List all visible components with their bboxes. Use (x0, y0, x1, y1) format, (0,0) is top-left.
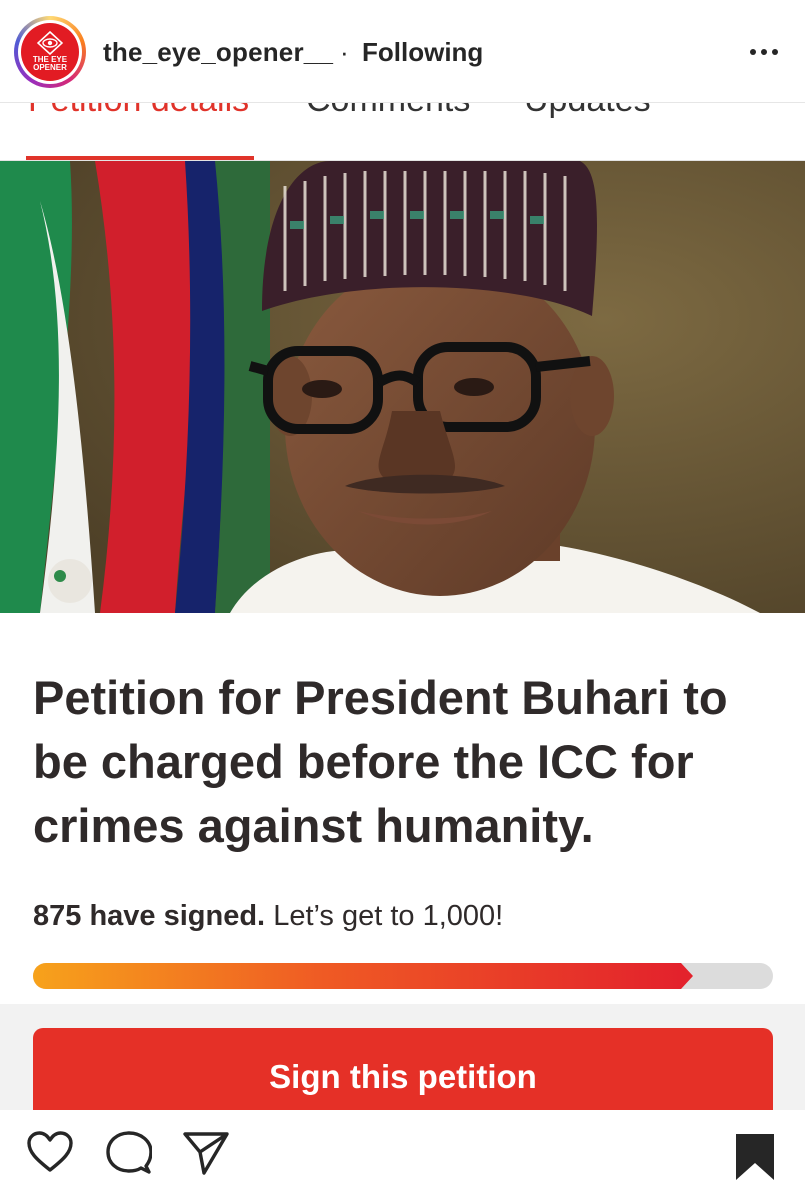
signature-progress-fill (33, 963, 693, 989)
username[interactable]: the_eye_opener__ (103, 37, 333, 68)
post-action-bar (0, 1110, 805, 1200)
send-icon[interactable] (182, 1130, 230, 1176)
heart-icon[interactable] (26, 1130, 74, 1174)
story-ring[interactable]: THE EYE OPENER (14, 16, 86, 88)
bookmark-icon[interactable] (734, 1132, 776, 1182)
tab-petition-details[interactable]: Petition details (28, 103, 249, 120)
signature-goal: Let’s get to 1,000! (273, 900, 504, 932)
petition-photo (0, 161, 805, 613)
petition-tabs: Petition details Comments Updates (0, 103, 805, 161)
eye-logo-icon (37, 31, 63, 55)
signed-count: 875 have signed. (33, 900, 266, 932)
following-button[interactable]: Following (362, 37, 483, 68)
president-portrait-image (0, 161, 805, 613)
comment-icon[interactable] (106, 1130, 152, 1176)
separator-dot: · (340, 37, 349, 67)
avatar-brand-text: THE EYE OPENER (32, 55, 68, 72)
signature-status: 875 have signed. Let’s get to 1,000! (33, 900, 503, 933)
tab-comments[interactable]: Comments (306, 103, 470, 120)
tab-updates[interactable]: Updates (524, 103, 651, 120)
more-options-icon[interactable] (744, 36, 784, 66)
post-header: THE EYE OPENER the_eye_opener__ · Follow… (0, 0, 805, 103)
signature-progress-bar (33, 963, 773, 989)
avatar[interactable]: THE EYE OPENER (21, 23, 79, 81)
petition-title: Petition for President Buhari to be char… (33, 671, 728, 852)
